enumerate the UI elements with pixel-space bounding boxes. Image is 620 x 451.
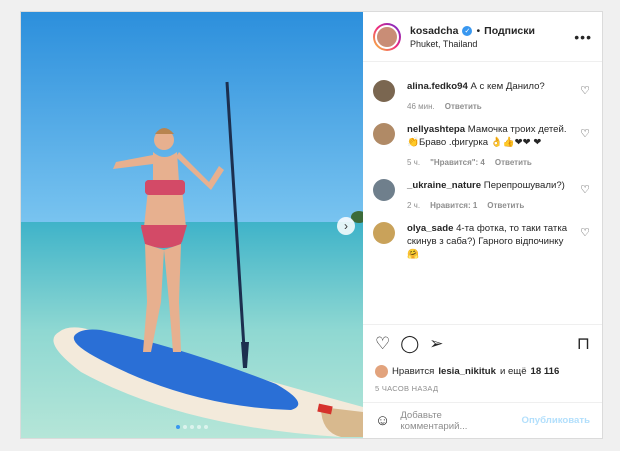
post-location[interactable]: Phuket, Thailand — [410, 39, 574, 49]
comment-item: alina.fedko94 А с кем Данило? 46 мин. Отв… — [373, 80, 592, 111]
post-time-ago: 5 ЧАСОВ НАЗАД — [375, 384, 439, 393]
carousel-dot — [204, 425, 208, 429]
post-photo[interactable]: › — [21, 12, 363, 438]
comment-time: 2 ч. — [407, 201, 421, 210]
comment-item: olya_sade 4-та фотка, то таки татка скин… — [373, 222, 592, 261]
comment-bubble-icon[interactable]: ◯ — [400, 334, 419, 354]
add-comment-bar: ☺ Добавьте комментарий... Опубликовать — [363, 402, 602, 438]
likes-summary[interactable]: Нравится lesia_nikituk и ещё 18 116 — [363, 362, 602, 380]
post-actions-bar: ♡ ◯ ➢ ⊓ — [363, 324, 602, 362]
more-options-icon[interactable]: ••• — [574, 29, 592, 45]
comments-list[interactable]: alina.fedko94 А с кем Данило? 46 мин. Отв… — [363, 62, 602, 324]
like-comment-heart-icon[interactable]: ♡ — [580, 226, 590, 239]
author-avatar[interactable] — [373, 22, 401, 51]
likes-middle: и ещё — [499, 365, 527, 377]
comment-text: Перепрошували?) — [483, 180, 565, 191]
post-side-panel: kosadcha ✓ • Подписки Phuket, Thailand •… — [363, 12, 602, 438]
carousel-dot — [176, 425, 180, 429]
comment-username[interactable]: nellyashtepa — [407, 124, 465, 135]
comment-input[interactable]: Добавьте комментарий... — [400, 410, 511, 432]
post-header: kosadcha ✓ • Подписки Phuket, Thailand •… — [363, 12, 602, 62]
like-comment-heart-icon[interactable]: ♡ — [580, 127, 590, 140]
liker-avatar — [375, 364, 388, 378]
separator-bullet: • — [476, 24, 481, 37]
carousel-dots — [21, 425, 363, 429]
share-paper-plane-icon[interactable]: ➢ — [429, 334, 443, 354]
emoji-picker-icon[interactable]: ☺ — [375, 412, 390, 429]
comment-text: А с кем Данило? — [470, 81, 545, 92]
commenter-avatar[interactable] — [373, 123, 395, 145]
commenter-avatar[interactable] — [373, 222, 395, 244]
like-heart-icon[interactable]: ♡ — [375, 334, 390, 354]
carousel-dot — [190, 425, 194, 429]
comment-time: 46 мин. — [407, 102, 435, 111]
beach-photo — [21, 12, 363, 438]
post-card: › kosadcha ✓ • Подписки Phuket, Thailand… — [20, 11, 603, 439]
likes-prefix: Нравится — [392, 365, 435, 377]
like-comment-heart-icon[interactable]: ♡ — [580, 183, 590, 196]
reply-button[interactable]: Ответить — [487, 201, 524, 210]
liker-username[interactable]: lesia_nikituk — [438, 366, 496, 377]
commenter-avatar[interactable] — [373, 179, 395, 201]
comment-likes-count[interactable]: Нравится: 1 — [430, 201, 477, 210]
carousel-dot — [197, 425, 201, 429]
carousel-next-button[interactable]: › — [337, 217, 355, 235]
comment-username[interactable]: _ukraine_nature — [407, 180, 481, 191]
comment-username[interactable]: alina.fedko94 — [407, 81, 468, 92]
like-comment-heart-icon[interactable]: ♡ — [580, 84, 590, 97]
author-username[interactable]: kosadcha — [410, 25, 458, 37]
reply-button[interactable]: Ответить — [445, 102, 482, 111]
verified-badge-icon: ✓ — [462, 25, 473, 36]
likes-count[interactable]: 18 116 — [531, 366, 560, 377]
comment-time: 5 ч. — [407, 158, 421, 167]
save-bookmark-icon[interactable]: ⊓ — [577, 334, 590, 354]
reply-button[interactable]: Ответить — [495, 158, 532, 167]
commenter-avatar[interactable] — [373, 80, 395, 102]
comment-username[interactable]: olya_sade — [407, 223, 453, 234]
comment-item: nellyashtepa Мамочка троих детей.👏Браво … — [373, 123, 592, 167]
publish-button[interactable]: Опубликовать — [521, 415, 590, 426]
carousel-dot — [183, 425, 187, 429]
comment-item: _ukraine_nature Перепрошували?) 2 ч. Нрав… — [373, 179, 592, 210]
comment-likes-count[interactable]: "Нравится": 4 — [430, 158, 485, 167]
cut-off-comment-meta — [373, 62, 592, 68]
following-button[interactable]: Подписки — [484, 25, 535, 37]
